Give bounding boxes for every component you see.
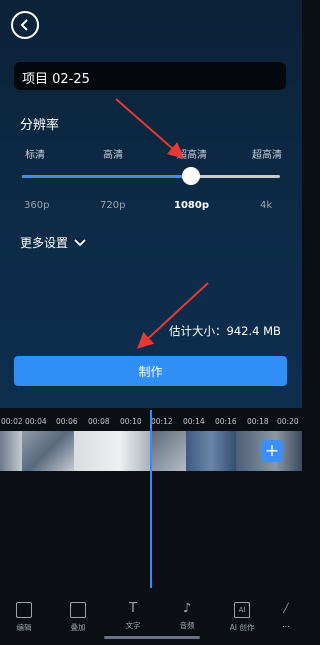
tool-label: ... bbox=[282, 620, 290, 629]
tick-label: 00:02 bbox=[1, 417, 23, 426]
music-note-icon: ♪ bbox=[182, 601, 192, 616]
home-indicator bbox=[104, 636, 200, 639]
clip-thumbnail[interactable] bbox=[0, 431, 22, 471]
tick-label: 00:06 bbox=[56, 417, 78, 426]
tool-label: 叠加 bbox=[70, 623, 86, 632]
tool-label: 编辑 bbox=[16, 623, 32, 632]
clip-thumbnail[interactable] bbox=[186, 431, 236, 471]
tick-label: 00:04 bbox=[25, 417, 47, 426]
tick-label: 00:08 bbox=[88, 417, 110, 426]
overlay-icon bbox=[70, 602, 86, 618]
tool-label: 文字 bbox=[125, 621, 141, 630]
tick-label: 00:10 bbox=[120, 417, 142, 426]
tick-label: 00:20 bbox=[277, 417, 299, 426]
tool-label: 音频 bbox=[179, 621, 195, 630]
more-icon: ╱ bbox=[283, 604, 289, 614]
tool-label: AI 创作 bbox=[229, 623, 255, 632]
tool-overlay[interactable]: 叠加 bbox=[58, 602, 98, 633]
tool-text[interactable]: T 文字 bbox=[113, 602, 153, 631]
tick-label: 00:12 bbox=[151, 417, 173, 426]
tick-label: 00:16 bbox=[215, 417, 237, 426]
arrow-to-slider bbox=[115, 98, 185, 159]
tool-more[interactable]: ╱ ... bbox=[270, 602, 302, 629]
tick-label: 00:14 bbox=[183, 417, 205, 426]
tool-ai-create[interactable]: AI AI 创作 bbox=[222, 602, 262, 633]
ai-icon: AI bbox=[234, 602, 250, 618]
tool-audio[interactable]: ♪ 音频 bbox=[167, 602, 207, 631]
text-icon: T bbox=[129, 601, 137, 616]
tool-edit[interactable]: 编辑 bbox=[4, 602, 44, 633]
annotation-arrows bbox=[115, 98, 209, 349]
clip-thumbnail[interactable] bbox=[152, 431, 186, 471]
arrow-to-make bbox=[137, 282, 209, 349]
plus-icon: + bbox=[264, 441, 280, 461]
clip-thumbnail[interactable] bbox=[22, 431, 74, 471]
add-clip-button[interactable]: + bbox=[261, 440, 283, 462]
tick-label: 00:18 bbox=[247, 417, 269, 426]
clip-thumbnail[interactable] bbox=[74, 431, 150, 471]
edit-icon bbox=[16, 602, 32, 618]
playhead[interactable] bbox=[150, 410, 152, 588]
